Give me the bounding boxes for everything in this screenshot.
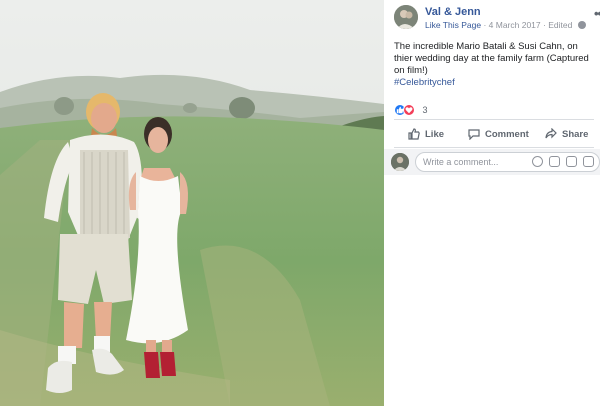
- hashtag-link[interactable]: #Celebritychef: [394, 77, 455, 88]
- share-arrow-icon: [545, 128, 557, 139]
- emoji-icon[interactable]: [532, 156, 543, 167]
- divider: [394, 119, 594, 120]
- user-avatar[interactable]: [391, 153, 409, 171]
- like-button[interactable]: Like: [408, 123, 444, 145]
- edited-label[interactable]: Edited: [548, 20, 572, 30]
- page-name-link[interactable]: Val & Jenn: [425, 6, 481, 18]
- comment-tools: [532, 156, 594, 167]
- post-caption: The incredible Mario Batali & Susi Cahn,…: [394, 41, 589, 76]
- share-button[interactable]: Share: [545, 123, 588, 145]
- comment-placeholder: Write a comment...: [423, 157, 499, 167]
- action-bar: Like Comment Share: [394, 123, 600, 145]
- post-date[interactable]: 4 March 2017: [489, 20, 541, 30]
- post-meta: Like This Page · 4 March 2017 · Edited: [425, 20, 586, 30]
- thumbs-up-icon: [408, 128, 420, 140]
- globe-icon: [577, 21, 586, 29]
- heart-icon: [403, 103, 415, 116]
- post-text: The incredible Mario Batali & Susi Cahn,…: [394, 41, 596, 89]
- wedding-photo: [0, 0, 384, 406]
- post-header: Val & Jenn Like This Page · 4 March 2017…: [394, 5, 600, 33]
- comment-composer: Write a comment...: [384, 149, 600, 175]
- comment-button[interactable]: Comment: [468, 123, 529, 145]
- camera-icon[interactable]: [549, 156, 560, 167]
- share-button-label: Share: [562, 128, 589, 140]
- comment-button-label: Comment: [485, 128, 529, 140]
- speech-bubble-icon: [468, 129, 480, 140]
- more-options-button[interactable]: •••: [594, 6, 600, 21]
- post-photo[interactable]: [0, 0, 384, 406]
- divider: [394, 147, 594, 148]
- post-side-panel: Val & Jenn Like This Page · 4 March 2017…: [384, 0, 600, 406]
- like-page-link[interactable]: Like This Page: [425, 20, 481, 30]
- reaction-count[interactable]: 3: [422, 105, 427, 115]
- reaction-summary[interactable]: 3: [394, 101, 427, 116]
- sticker-icon[interactable]: [583, 156, 594, 167]
- page-avatar[interactable]: [394, 5, 418, 29]
- gif-icon[interactable]: [566, 156, 577, 167]
- like-button-label: Like: [425, 128, 445, 140]
- comment-input[interactable]: Write a comment...: [415, 152, 600, 172]
